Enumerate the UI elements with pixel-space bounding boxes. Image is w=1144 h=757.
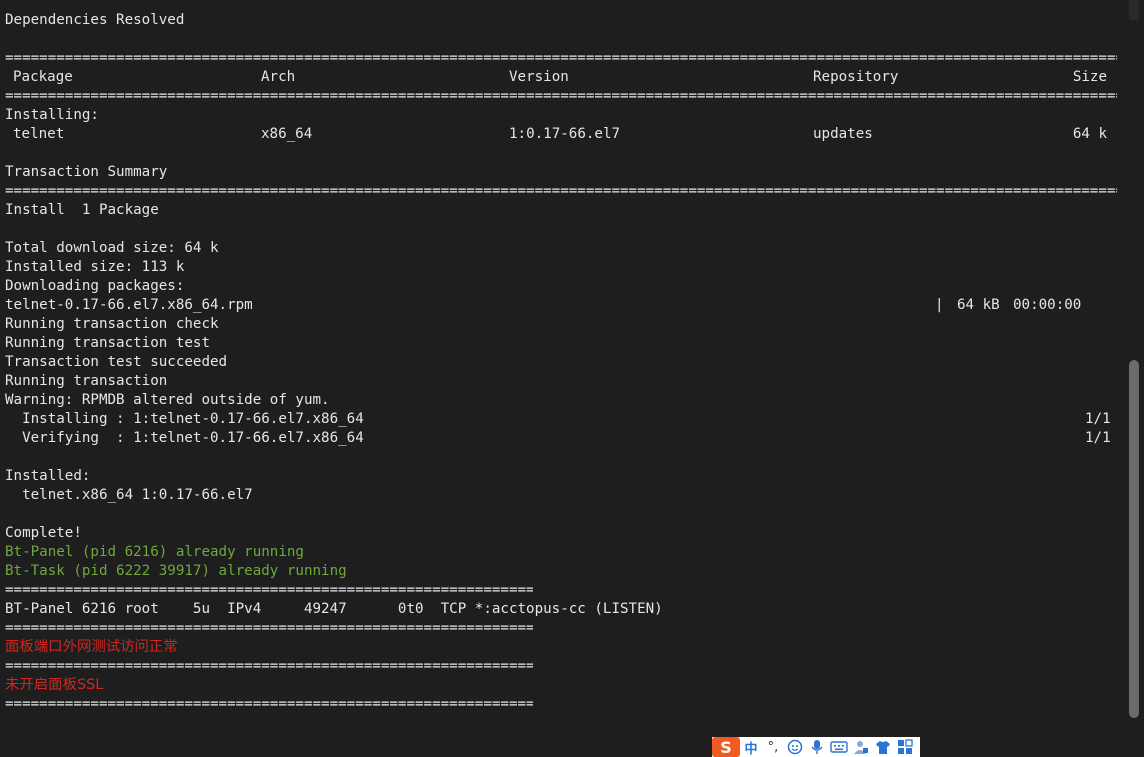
download-time: 00:00:00 <box>1013 297 1082 313</box>
download-progress: telnet-0.17-66.el7.x86_64.rpm | 64 kB 00… <box>5 296 1107 315</box>
installed-package: telnet.x86_64 1:0.17-66.el7 <box>5 487 253 503</box>
scrollbar-track <box>1129 0 1139 20</box>
downloading-label: Downloading packages: <box>5 278 185 294</box>
summary-title: Transaction Summary <box>5 164 168 180</box>
complete-line: Complete! <box>5 525 82 541</box>
port-message: 面板端口外网测试访问正常 <box>5 639 178 655</box>
cell-package: telnet <box>13 126 65 142</box>
scrollbar-thumb[interactable] <box>1129 360 1139 718</box>
bt-panel-status: Bt-Panel (pid 6216) already running <box>5 544 304 560</box>
short-separator: ========================================… <box>5 620 533 636</box>
bt-task-status: Bt-Task (pid 6222 39917) already running <box>5 563 347 579</box>
user-icon[interactable] <box>850 737 872 757</box>
installed-size: Installed size: 113 k <box>5 259 185 275</box>
microphone-icon[interactable] <box>806 737 828 757</box>
col-package: Package <box>13 69 73 85</box>
lsof-line: BT-Panel 6216 root 5u IPv4 49247 0t0 TCP… <box>5 601 663 617</box>
ime-toolbar[interactable]: S 中 °, <box>712 737 920 757</box>
col-arch: Arch <box>261 69 296 85</box>
step-line: Running transaction check <box>5 316 219 332</box>
action-count: 1/1 <box>1085 411 1111 427</box>
action-text: Installing : 1:telnet-0.17-66.el7.x86_64 <box>5 411 364 427</box>
cell-version: 1:0.17-66.el7 <box>509 126 621 142</box>
grid-icon[interactable] <box>894 737 916 757</box>
action-text: Verifying : 1:telnet-0.17-66.el7.x86_64 <box>5 430 364 446</box>
download-file: telnet-0.17-66.el7.x86_64.rpm <box>5 297 253 313</box>
cell-repository: updates <box>813 126 873 142</box>
punctuation-toggle[interactable]: °, <box>762 737 784 757</box>
keyboard-icon[interactable] <box>828 737 850 757</box>
separator: ========================================… <box>5 50 1117 66</box>
terminal-window[interactable]: Dependencies Resolved ==================… <box>0 0 1126 757</box>
ime-logo-icon[interactable]: S <box>712 737 740 757</box>
col-version: Version <box>509 69 569 85</box>
action-count: 1/1 <box>1085 430 1111 446</box>
short-separator: ========================================… <box>5 658 533 674</box>
vertical-scrollbar[interactable] <box>1126 0 1144 757</box>
download-size: 64 kB <box>957 297 1000 313</box>
cell-arch: x86_64 <box>261 126 313 142</box>
col-repository: Repository <box>813 69 899 85</box>
step-line: Running transaction test <box>5 335 210 351</box>
step-line: Running transaction <box>5 373 168 389</box>
install-line: Install 1 Package <box>5 202 159 218</box>
col-size: Size <box>1072 69 1107 85</box>
total-download: Total download size: 64 k <box>5 240 219 256</box>
action-line: Verifying : 1:telnet-0.17-66.el7.x86_64 … <box>5 429 1111 448</box>
language-toggle[interactable]: 中 <box>740 737 762 757</box>
cell-size: 64 k <box>1072 126 1107 142</box>
separator: ========================================… <box>5 88 1117 104</box>
step-line: Transaction test succeeded <box>5 354 228 370</box>
short-separator: ========================================… <box>5 696 533 712</box>
emoji-icon[interactable] <box>784 737 806 757</box>
table-header: Package Arch Version Repository Size <box>5 68 1107 87</box>
separator: ========================================… <box>5 183 1117 199</box>
warning-line: Warning: RPMDB altered outside of yum. <box>5 392 330 408</box>
installed-label: Installed: <box>5 468 91 484</box>
progress-bar: | <box>935 297 944 313</box>
skin-icon[interactable] <box>872 737 894 757</box>
group-label: Installing: <box>5 107 99 123</box>
action-line: Installing : 1:telnet-0.17-66.el7.x86_64… <box>5 410 1111 429</box>
table-row: telnet x86_64 1:0.17-66.el7 updates 64 k <box>5 125 1107 144</box>
terminal-output: Dependencies Resolved ==================… <box>5 11 1117 714</box>
heading-line: Dependencies Resolved <box>5 12 185 28</box>
short-separator: ========================================… <box>5 582 533 598</box>
ssl-message: 未开启面板SSL <box>5 677 104 693</box>
